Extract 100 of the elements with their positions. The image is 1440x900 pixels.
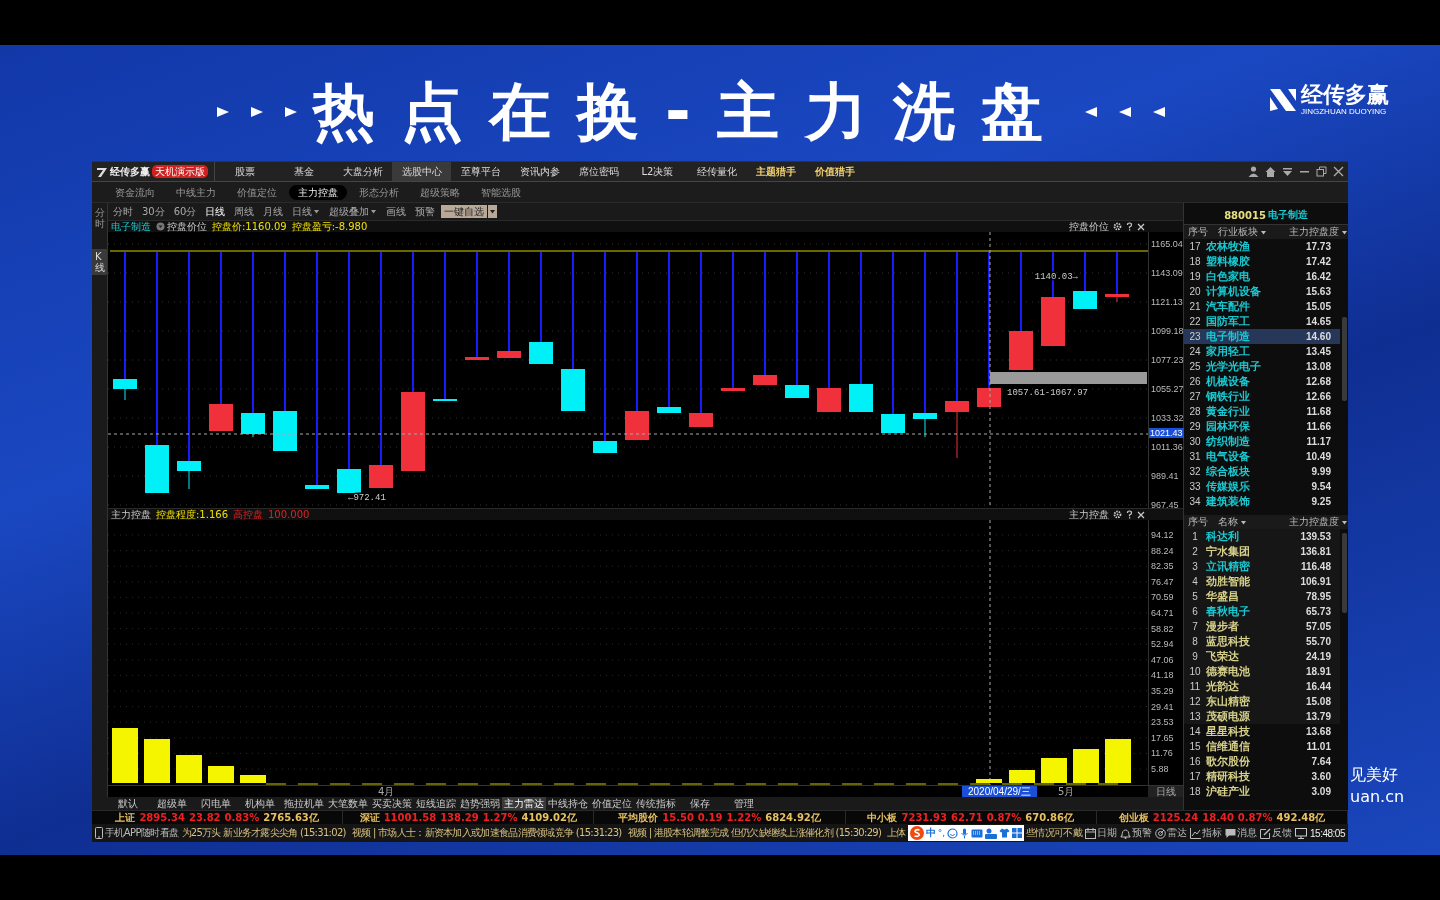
news-text[interactable]: 视频 | 港股本轮调整完成 但仍欠缺继续上涨催化剂 (15:30:29) [627,826,882,840]
list-row[interactable]: 32 综合板块 9.99 [1184,464,1340,479]
list-row[interactable]: 4 劲胜智能 106.91 [1184,574,1340,589]
tab[interactable]: 管理 [722,797,766,810]
tab[interactable]: 默认 [106,797,150,810]
list-row[interactable]: 10 德赛电池 18.91 [1184,664,1340,679]
help-icon[interactable] [1126,222,1133,231]
toolbar-button[interactable]: 预警 [412,204,439,219]
list-row[interactable]: 16 歌尔股份 7.64 [1184,754,1340,769]
scrollbar[interactable] [1342,317,1347,401]
list-row[interactable]: 6 春秋电子 65.73 [1184,604,1340,619]
list-row[interactable]: 13 茂硕电源 13.79 [1184,709,1340,724]
tab[interactable]: 主力雷达 [502,797,546,810]
news-text[interactable]: 些情况可不戴 [1026,826,1082,840]
ime-logo-icon[interactable] [909,826,924,840]
microphone-icon[interactable] [960,827,970,839]
tab[interactable]: 价值定位 [590,797,634,810]
list-row[interactable]: 14 星星科技 13.68 [1184,724,1340,739]
grid-icon[interactable] [1012,828,1023,838]
list-row[interactable]: 18 塑料橡胶 17.42 [1184,254,1340,269]
side-tab[interactable]: 分时 [95,205,105,231]
list-row[interactable]: 25 光学光电子 13.08 [1184,359,1340,374]
keyboard-icon[interactable] [971,828,984,838]
column-header[interactable]: 主力控盘度 [1288,225,1348,239]
list-row[interactable]: 17 农林牧渔 17.73 [1184,239,1340,254]
help-icon[interactable] [1126,510,1133,519]
menu-item[interactable]: 大盘分析 [333,162,392,181]
list-row[interactable]: 29 园林环保 11.66 [1184,419,1340,434]
list-row[interactable]: 17 精研科技 3.60 [1184,769,1340,784]
side-tab[interactable]: K线 [92,249,107,275]
list-row[interactable]: 22 国防军工 14.65 [1184,314,1340,329]
column-header[interactable]: 序号 [1184,225,1210,239]
list-row[interactable]: 21 汽车配件 15.05 [1184,299,1340,314]
indicator-toggle[interactable]: 控盘价位 [156,220,207,233]
smiley-icon[interactable] [947,827,959,839]
menu-item[interactable]: 股票 [215,162,274,181]
list-row[interactable]: 27 钢铁行业 12.66 [1184,389,1340,404]
period-tab[interactable]: 30分 [139,204,168,219]
close-icon[interactable] [1333,166,1344,177]
list-row[interactable]: 1 科达利 139.53 [1184,529,1340,544]
toolbar-button[interactable]: 雷达 [1155,826,1187,840]
menu-item[interactable]: 席位密码 [569,162,628,181]
period-tab[interactable]: 周线 [231,204,258,219]
list-row[interactable]: 24 家用轻工 13.45 [1184,344,1340,359]
column-header[interactable]: 名称 [1210,515,1288,529]
menu-item[interactable]: 经传量化 [687,162,746,181]
tab[interactable]: 形态分析 [350,184,408,200]
list-row[interactable]: 23 电子制造 14.60 [1184,329,1340,344]
period-tab[interactable]: 日线 [202,204,229,219]
news-text[interactable]: 为25万头 新业务才露尖尖角 (15:31:02) [181,826,346,840]
tab[interactable]: 价值定位 [228,184,286,200]
list-row[interactable]: 15 信维通信 11.01 [1184,739,1340,754]
news-text[interactable]: 上体 [887,826,906,840]
list-row[interactable]: 12 东山精密 15.08 [1184,694,1340,709]
input-method-toolbar[interactable]: 中 °, [907,825,1025,841]
list-row[interactable]: 20 计算机设备 15.63 [1184,284,1340,299]
period-tab[interactable]: 60分 [170,204,200,219]
list-row[interactable]: 8 蓝思科技 55.70 [1184,634,1340,649]
ime-punctuation[interactable]: °, [937,828,946,838]
list-row[interactable]: 18 沪硅产业 3.09 [1184,784,1340,799]
dropdown-button[interactable] [488,205,498,218]
menu-item[interactable]: 价值猎手 [805,162,864,181]
list-row[interactable]: 9 飞荣达 24.19 [1184,649,1340,664]
column-header[interactable]: 行业板块 [1210,225,1288,239]
menu-item[interactable]: 选股中心 [392,162,451,181]
toolbar-button[interactable]: 预警 [1120,826,1152,840]
tab[interactable]: 主力控盘 [289,184,347,200]
list-row[interactable]: 7 漫步者 57.05 [1184,619,1340,634]
menu-item[interactable]: 资讯内参 [510,162,569,181]
list-row[interactable]: 3 立讯精密 116.48 [1184,559,1340,574]
ime-mode[interactable]: 中 [925,826,936,840]
tab[interactable]: 机构单 [238,797,282,810]
tab[interactable]: 大笔数单 [326,797,370,810]
tab[interactable]: 保存 [678,797,722,810]
dropdown[interactable]: 日线 [289,204,324,219]
toolbar-button[interactable]: 日期 [1085,826,1117,840]
home-icon[interactable] [1265,166,1276,177]
tab[interactable]: 超级单 [150,797,194,810]
toolbar-button[interactable]: 消息 [1225,826,1257,840]
dropdown-icon[interactable] [1282,166,1293,177]
add-watchlist-button[interactable]: 一键自选 [441,205,488,218]
list-row[interactable]: 11 光韵达 16.44 [1184,679,1340,694]
column-header[interactable]: 主力控盘度 [1288,515,1348,529]
tab[interactable]: 买卖决策 [370,797,414,810]
list-row[interactable]: 19 白色家电 16.42 [1184,269,1340,284]
toolbar-button[interactable]: 画线 [383,204,410,219]
tab[interactable]: 短线追踪 [414,797,458,810]
list-row[interactable]: 26 机械设备 12.68 [1184,374,1340,389]
column-header[interactable]: 序号 [1184,515,1210,529]
tab[interactable]: 中线持仓 [546,797,590,810]
tab[interactable]: 闪电单 [194,797,238,810]
menu-item[interactable]: L2决策 [628,162,687,181]
toolbar-button[interactable]: 反馈 [1260,826,1292,840]
tab[interactable]: 资金流向 [106,184,164,200]
close-icon[interactable] [1137,222,1145,231]
scrollbar[interactable] [1342,533,1347,613]
close-icon[interactable] [1137,510,1145,519]
list-row[interactable]: 28 黄金行业 11.68 [1184,404,1340,419]
list-row[interactable]: 34 建筑装饰 9.25 [1184,494,1340,509]
dropdown[interactable]: 超级叠加 [326,204,381,219]
